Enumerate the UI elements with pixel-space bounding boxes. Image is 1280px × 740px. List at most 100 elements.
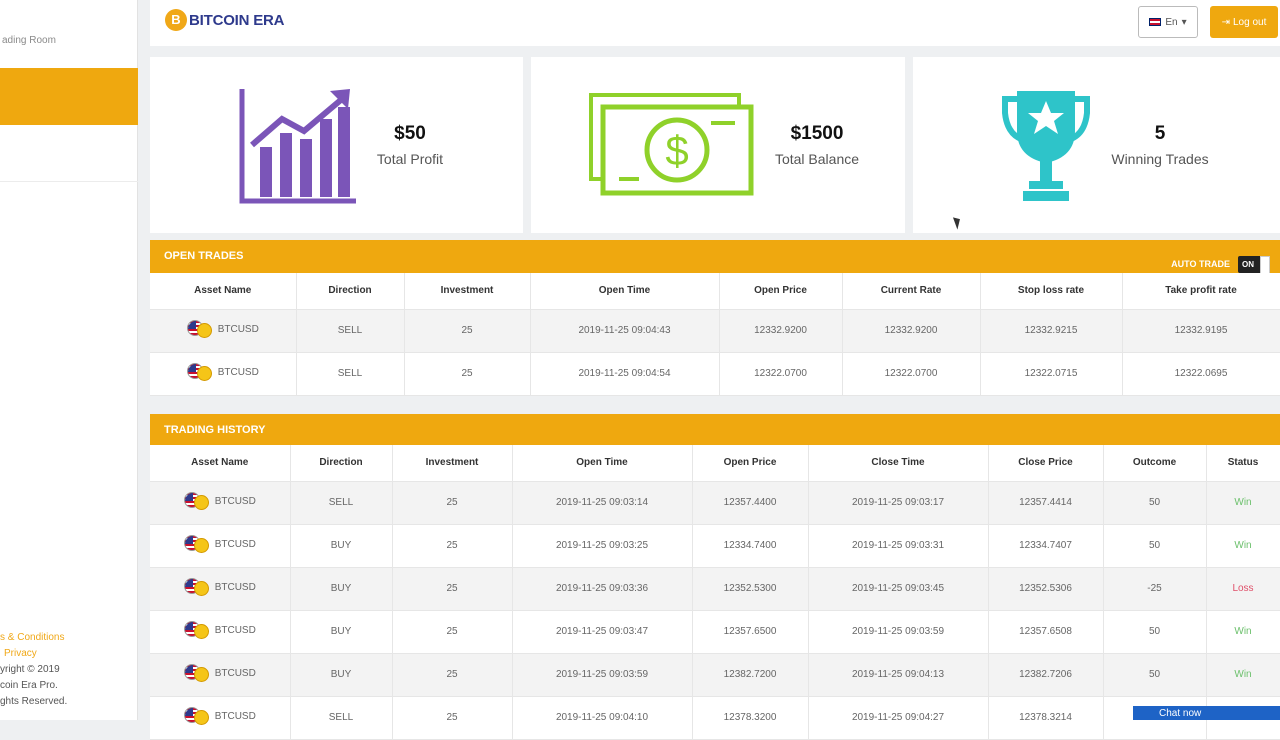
column-header: Asset Name — [150, 445, 291, 482]
history-row[interactable]: BTCUSD SELL 25 2019-11-25 09:04:10 12378.320… — [150, 696, 1280, 740]
caret-down-icon: ▾ — [1181, 16, 1187, 28]
column-header: Close Price — [988, 445, 1104, 482]
asset: BTCUSD — [183, 578, 256, 596]
asset-cell: BTCUSD — [150, 696, 291, 740]
logout-button[interactable]: ⇥ Log out — [1210, 6, 1278, 38]
sidebar-footer: s & Conditions Privacy yright © 2019 coi… — [0, 630, 138, 710]
copyright-line-2: coin Era Pro. — [0, 680, 58, 691]
column-header: Direction — [296, 273, 405, 310]
asset-cell: BTCUSD — [150, 653, 291, 697]
asset-name: BTCUSD — [214, 581, 256, 593]
btcusd-pair-icon — [186, 363, 213, 381]
asset: BTCUSD — [186, 320, 259, 338]
sidebar-item[interactable] — [0, 130, 138, 182]
column-header: Investment — [404, 273, 531, 310]
table-cell: SELL — [290, 696, 393, 740]
auto-trade-toggle[interactable]: ON — [1238, 256, 1270, 275]
total-balance-value: $1500 — [790, 123, 844, 144]
column-header: Open Time — [512, 445, 693, 482]
table-cell: 12332.9200 — [842, 309, 981, 353]
top-bar: B BITCOIN ERA En ▾ ⇥ Log out — [150, 0, 1280, 46]
table-cell: 25 — [392, 610, 513, 654]
table-cell: 12322.0715 — [980, 352, 1123, 396]
history-row[interactable]: BTCUSD SELL 25 2019-11-25 09:03:14 12357.440… — [150, 481, 1280, 525]
logo-text: BITCOIN ERA — [189, 11, 285, 29]
open-trade-row[interactable]: BTCUSD SELL 25 2019-11-25 09:04:54 12322.070… — [150, 352, 1280, 396]
btcusd-pair-icon — [186, 320, 213, 338]
table-cell: 12322.0700 — [842, 352, 981, 396]
asset-cell: BTCUSD — [150, 567, 291, 611]
table-cell: 50 — [1103, 481, 1207, 525]
asset: BTCUSD — [183, 535, 256, 553]
total-profit-card: $50 Total Profit — [150, 57, 523, 233]
copyright-line-1: yright © 2019 — [0, 664, 60, 675]
column-header: Close Time — [808, 445, 989, 482]
table-cell: 2019-11-25 09:03:36 — [512, 567, 693, 611]
asset: BTCUSD — [183, 664, 256, 682]
sidebar-item-trading-room[interactable]: ading Room — [0, 33, 138, 49]
table-cell: 12382.7200 — [692, 653, 809, 697]
column-header: Status — [1206, 445, 1280, 482]
status-cell: Win — [1206, 524, 1280, 568]
btcusd-pair-icon — [183, 621, 210, 639]
table-cell: 25 — [404, 352, 531, 396]
table-cell: 2019-11-25 09:03:59 — [808, 610, 989, 654]
history-row[interactable]: BTCUSD BUY 25 2019-11-25 09:03:25 12334.7400… — [150, 524, 1280, 568]
table-cell: 50 — [1103, 653, 1207, 697]
column-header: Outcome — [1103, 445, 1207, 482]
table-cell: 12378.3214 — [988, 696, 1104, 740]
bitcoin-coin-icon — [193, 667, 209, 682]
winning-trades-label: Winning Trades — [1111, 151, 1209, 167]
table-cell: 2019-11-25 09:03:14 — [512, 481, 693, 525]
table-cell: BUY — [290, 610, 393, 654]
asset-name: BTCUSD — [214, 624, 256, 636]
table-cell: BUY — [290, 524, 393, 568]
bitcoin-coin-icon — [196, 323, 212, 338]
column-header: Take profit rate — [1122, 273, 1280, 310]
total-balance-label: Total Balance — [774, 151, 860, 167]
table-cell: 2019-11-25 09:04:27 — [808, 696, 989, 740]
table-cell: 12334.7407 — [988, 524, 1104, 568]
table-cell: -25 — [1103, 567, 1207, 611]
winning-trades-value: 5 — [1154, 123, 1166, 144]
asset-cell: BTCUSD — [150, 524, 291, 568]
table-cell: 50 — [1103, 610, 1207, 654]
history-row[interactable]: BTCUSD BUY 25 2019-11-25 09:03:36 12352.5300… — [150, 567, 1280, 611]
table-cell: 12322.0695 — [1122, 352, 1280, 396]
table-cell: 25 — [392, 696, 513, 740]
table-cell: 25 — [392, 481, 513, 525]
asset-cell: BTCUSD — [150, 352, 297, 396]
svg-text:$: $ — [665, 127, 688, 174]
language-selector[interactable]: En ▾ — [1138, 6, 1198, 38]
logo[interactable]: B BITCOIN ERA — [165, 9, 285, 31]
table-cell: 12352.5306 — [988, 567, 1104, 611]
table-cell: 12382.7206 — [988, 653, 1104, 697]
table-cell: 2019-11-25 09:03:47 — [512, 610, 693, 654]
table-cell: 12378.3200 — [692, 696, 809, 740]
btcusd-pair-icon — [183, 707, 210, 725]
trading-history-header: TRADING HISTORY — [150, 414, 1280, 447]
money-bill-icon: $ — [589, 93, 754, 196]
table-cell: 2019-11-25 09:04:10 — [512, 696, 693, 740]
status-cell: Win — [1206, 653, 1280, 697]
open-trades-title: OPEN TRADES — [164, 250, 244, 262]
history-row[interactable]: BTCUSD BUY 25 2019-11-25 09:03:59 12382.7200… — [150, 653, 1280, 697]
bitcoin-coin-icon — [193, 581, 209, 596]
open-trade-row[interactable]: BTCUSD SELL 25 2019-11-25 09:04:43 12332.920… — [150, 309, 1280, 353]
table-cell: 25 — [392, 524, 513, 568]
column-header: Stop loss rate — [980, 273, 1123, 310]
sidebar-item-active[interactable] — [0, 68, 138, 125]
chat-now-button[interactable]: Chat now — [1133, 706, 1280, 720]
column-header: Open Price — [692, 445, 809, 482]
asset-name: BTCUSD — [217, 366, 259, 378]
language-label: En — [1165, 16, 1178, 28]
table-cell: 12357.4414 — [988, 481, 1104, 525]
table-cell: 2019-11-25 09:03:17 — [808, 481, 989, 525]
privacy-link[interactable]: Privacy — [0, 646, 138, 662]
history-row[interactable]: BTCUSD BUY 25 2019-11-25 09:03:47 12357.6500… — [150, 610, 1280, 654]
table-cell: SELL — [296, 309, 405, 353]
trading-history-table: Asset Name Direction Investment Open Time Op… — [150, 445, 1280, 740]
terms-link[interactable]: s & Conditions — [0, 630, 138, 646]
open-trades-table: Asset Name Direction Investment Open Time Op… — [150, 273, 1280, 396]
bitcoin-coin-icon — [193, 538, 209, 553]
